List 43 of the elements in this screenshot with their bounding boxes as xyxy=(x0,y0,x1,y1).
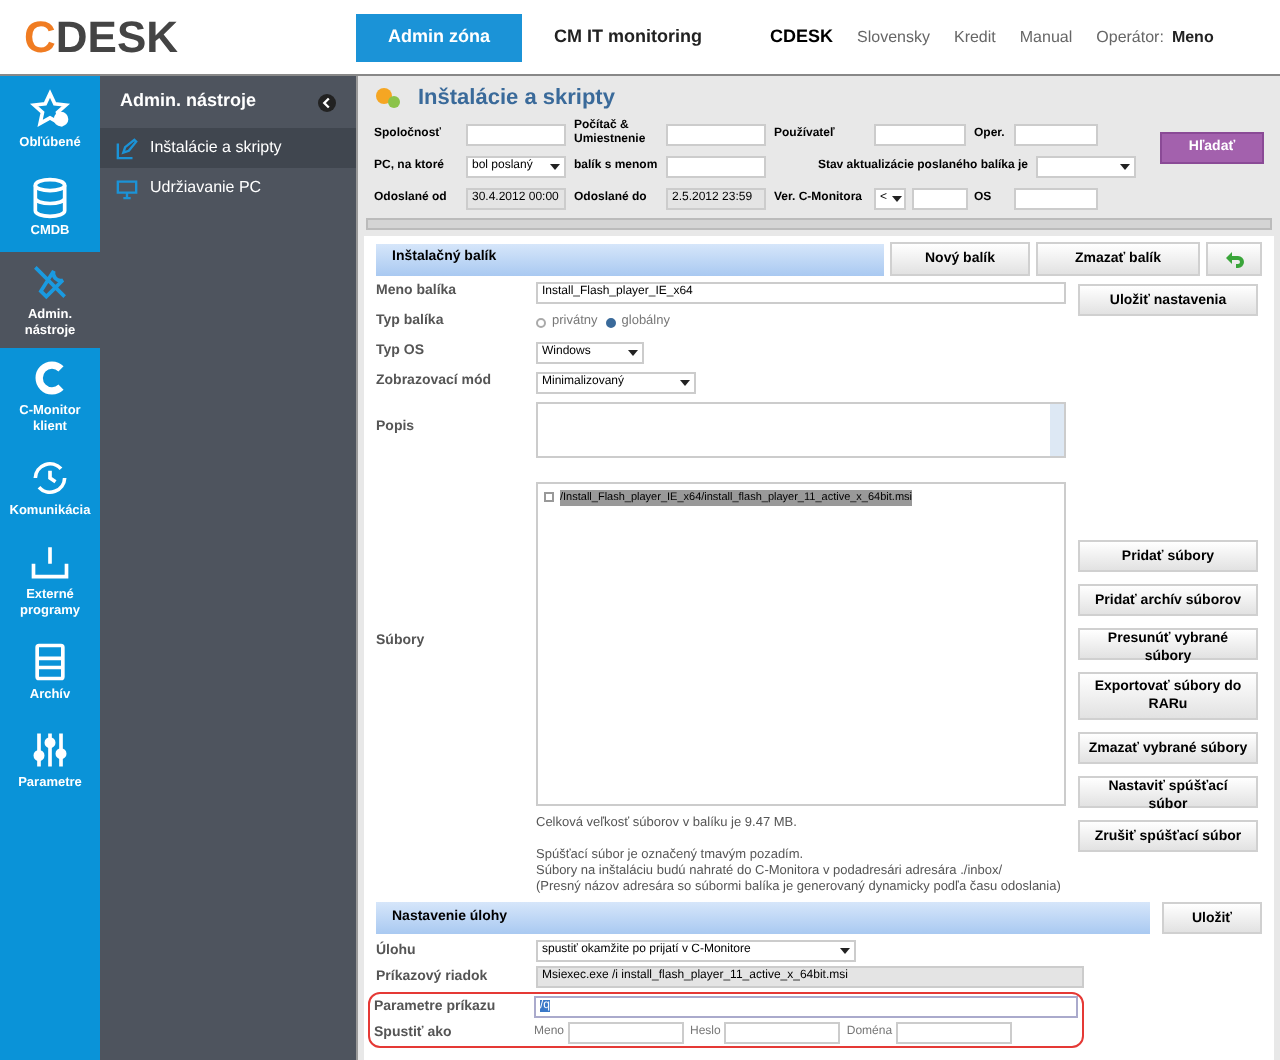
caret-icon xyxy=(628,349,638,355)
caret-icon xyxy=(891,195,902,201)
text-field[interactable] xyxy=(1014,187,1098,209)
text-field[interactable] xyxy=(724,1022,841,1045)
description-field[interactable] xyxy=(536,401,1066,457)
panel-item[interactable]: Inštalácie a skripty xyxy=(100,128,356,168)
star-icon xyxy=(28,88,72,132)
scrollbar[interactable] xyxy=(366,218,1272,230)
caret-icon xyxy=(680,379,690,385)
edit-icon xyxy=(116,137,138,159)
top-link[interactable]: Manual xyxy=(1019,25,1073,49)
sync-icon xyxy=(28,456,72,500)
text-field[interactable] xyxy=(666,155,766,177)
text-field[interactable] xyxy=(912,187,968,209)
collapse-icon[interactable] xyxy=(318,93,336,111)
text-field[interactable] xyxy=(666,123,766,145)
logo-text: DESK xyxy=(55,15,179,59)
text-field[interactable] xyxy=(1014,123,1098,145)
text-field[interactable] xyxy=(466,123,566,145)
caret-icon xyxy=(840,948,850,955)
caret-icon xyxy=(550,163,560,169)
caret-icon xyxy=(1120,163,1130,169)
operator-label: Operátor: xyxy=(1096,25,1164,49)
sliders-icon xyxy=(28,728,72,772)
top-link[interactable]: Kredit xyxy=(953,25,996,49)
text-field[interactable] xyxy=(568,1022,685,1045)
panel-item[interactable]: Udržiavanie PC xyxy=(100,168,356,208)
database-icon xyxy=(28,176,72,220)
undo-icon xyxy=(1224,249,1244,269)
text-field[interactable] xyxy=(874,123,966,145)
operator-name: Meno xyxy=(1171,25,1214,49)
undo-button[interactable] xyxy=(1206,242,1262,276)
brand-text: CDESK xyxy=(770,23,834,50)
logo-mark: C xyxy=(24,15,56,59)
dropdown[interactable] xyxy=(1036,155,1136,177)
top-link[interactable]: Slovensky xyxy=(857,25,930,49)
tools-icon xyxy=(28,260,72,304)
checkbox[interactable] xyxy=(544,492,554,503)
panel-title: Admin. nástroje xyxy=(120,88,257,115)
nav-tab[interactable]: CM IT monitoring xyxy=(522,13,734,61)
monitor-icon xyxy=(116,177,138,199)
page-title: Inštalácie a skripty xyxy=(418,83,615,114)
text-field[interactable] xyxy=(896,1022,1013,1045)
